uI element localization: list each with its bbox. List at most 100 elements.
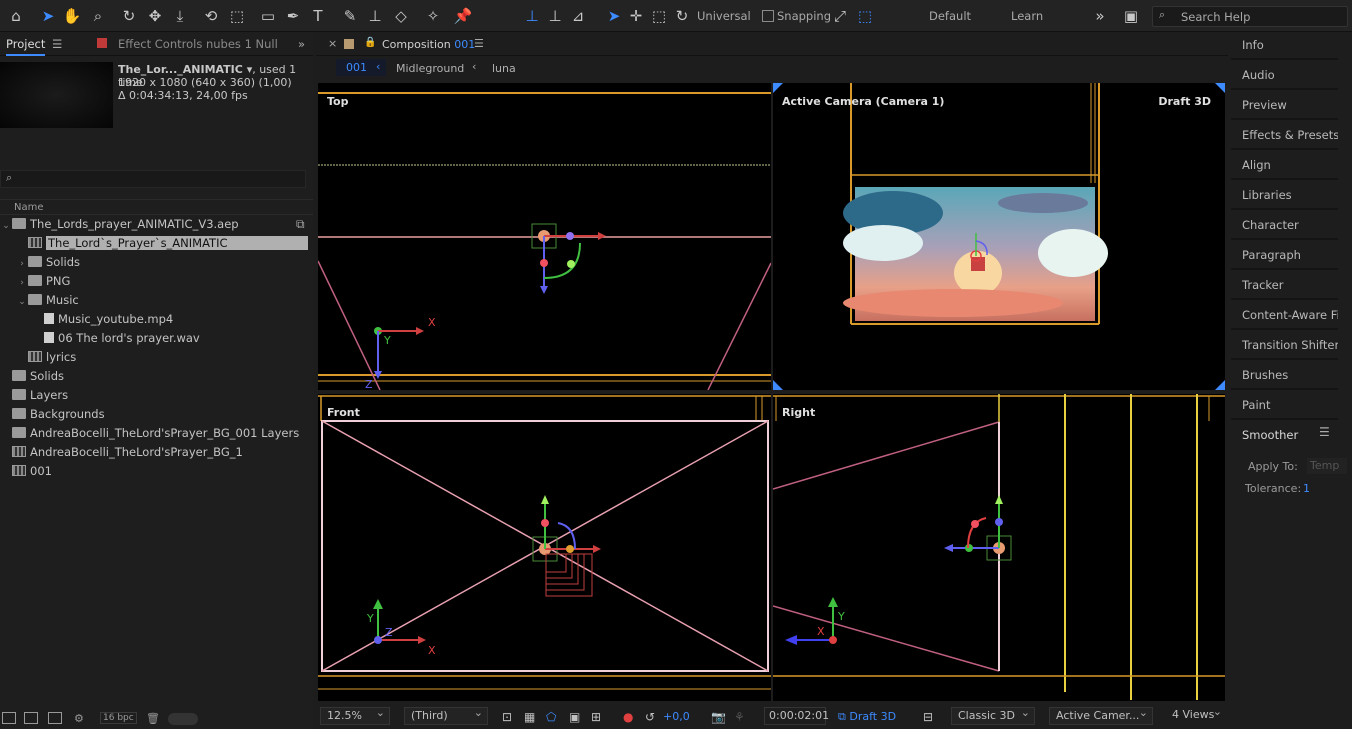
search-help-field[interactable]: ⌕ Search Help xyxy=(1152,6,1348,27)
pan-camera-icon[interactable]: ✥ xyxy=(145,6,165,26)
color-channels-icon[interactable]: ● xyxy=(623,710,633,724)
orbit-camera-icon[interactable]: ↻ xyxy=(119,6,139,26)
snap-options-icon[interactable]: ⤢ xyxy=(830,6,850,26)
scale-gizmo-icon[interactable]: ⬚ xyxy=(649,6,669,26)
pen-tool-icon[interactable]: ✒ xyxy=(283,6,303,26)
apply-to-dropdown[interactable]: Temp xyxy=(1307,458,1347,474)
tolerance-value[interactable]: 1 xyxy=(1303,482,1310,495)
move-3d-icon[interactable]: ➤ xyxy=(604,6,624,26)
project-item-row[interactable]: ⌄ The_Lords_prayer_ANIMATIC_V3.aep xyxy=(0,215,313,234)
bit-depth-button[interactable]: 16 bpc xyxy=(100,712,137,724)
dolly-camera-icon[interactable]: ⤓ xyxy=(170,6,190,26)
project-item-row[interactable]: › PNG xyxy=(0,272,313,291)
exposure-value[interactable]: +0,0 xyxy=(663,710,690,723)
roto-brush-icon[interactable]: ✧ xyxy=(423,6,443,26)
project-item-row[interactable]: AndreaBocelli_TheLord'sPrayer_BG_001 Lay… xyxy=(0,424,313,443)
more-workspaces-icon[interactable]: » xyxy=(1090,6,1110,26)
thumbnail-slider[interactable] xyxy=(168,713,198,725)
view-axis-icon[interactable]: ⊿ xyxy=(568,6,588,26)
project-item-row[interactable]: AndreaBocelli_TheLord'sPrayer_BG_1 xyxy=(0,443,313,462)
panel-item-preview[interactable]: Preview xyxy=(1231,92,1338,120)
panel-menu-icon[interactable]: ☰ xyxy=(1319,425,1330,439)
puppet-pin-icon[interactable]: 📌 xyxy=(453,6,473,26)
local-axis-icon[interactable]: ⊥ xyxy=(522,6,542,26)
project-item-row[interactable]: The_Lord`s_Prayer`s_ANIMATIC xyxy=(0,234,313,253)
expand-panel-icon[interactable]: » xyxy=(298,37,305,51)
project-search-input[interactable]: ⌕ xyxy=(0,170,306,188)
lock-icon[interactable]: 🔒 xyxy=(364,37,376,48)
viewport-active-camera[interactable]: Active Camera (Camera 1) Draft 3D xyxy=(773,83,1225,390)
move-gizmo-icon[interactable]: ✛ xyxy=(626,6,646,26)
panel-item-content-aware-fil[interactable]: Content-Aware Fil xyxy=(1231,302,1338,330)
trash-icon[interactable]: 🗑 xyxy=(146,712,160,725)
monitor-icon[interactable]: ▣ xyxy=(1121,6,1141,26)
tab-effect-controls[interactable]: Effect Controls nubes 1 Null xyxy=(118,37,278,51)
tab-project[interactable]: Project xyxy=(6,37,46,56)
panel-item-info[interactable]: Info xyxy=(1231,32,1338,60)
world-axis-icon[interactable]: ⊥ xyxy=(545,6,565,26)
snapping-checkbox[interactable] xyxy=(762,10,774,22)
breadcrumb-midleground[interactable]: Midleground xyxy=(396,62,464,75)
pan-behind-icon[interactable]: ⬚ xyxy=(227,6,247,26)
resolution-dropdown[interactable]: (Third) xyxy=(404,705,488,725)
mask-path-icon[interactable]: ⬠ xyxy=(546,710,556,724)
guides-icon[interactable]: ⊞ xyxy=(591,710,601,724)
reset-exposure-icon[interactable]: ↺ xyxy=(645,710,655,724)
breadcrumb-luna[interactable]: luna xyxy=(492,62,516,75)
type-tool-icon[interactable]: T xyxy=(308,6,328,26)
project-item-row[interactable]: ⌄ Music xyxy=(0,291,313,310)
selection-tool-icon[interactable]: ➤ xyxy=(38,6,58,26)
show-snapshot-icon[interactable]: ⚘ xyxy=(734,710,745,724)
camera-view-dropdown[interactable]: Active Camer... xyxy=(1049,705,1153,725)
panel-item-paragraph[interactable]: Paragraph xyxy=(1231,242,1338,270)
timecode-field[interactable]: 0:00:02:01 xyxy=(764,707,829,725)
column-header-name[interactable]: Name xyxy=(0,199,313,215)
panel-item-brushes[interactable]: Brushes xyxy=(1231,362,1338,390)
project-item-row[interactable]: 001 xyxy=(0,462,313,481)
clone-stamp-icon[interactable]: ⊥ xyxy=(365,6,385,26)
project-item-row[interactable]: Backgrounds xyxy=(0,405,313,424)
panel-menu-icon[interactable]: ☰ xyxy=(474,37,484,50)
project-item-row[interactable]: Layers xyxy=(0,386,313,405)
fast-preview-icon[interactable]: ⊡ xyxy=(502,710,512,724)
viewport-front[interactable]: Front Y X Z xyxy=(318,394,771,701)
panel-menu-icon[interactable]: ☰ xyxy=(52,37,62,51)
view-layout-dropdown[interactable]: 4 Views xyxy=(1166,704,1226,725)
rotate-gizmo-icon[interactable]: ↻ xyxy=(672,6,692,26)
panel-item-align[interactable]: Align xyxy=(1231,152,1338,180)
snapshot-camera-icon[interactable]: 📷 xyxy=(711,710,726,724)
project-item-row[interactable]: › Solids xyxy=(0,253,313,272)
brush-tool-icon[interactable]: ✎ xyxy=(340,6,360,26)
zoom-dropdown[interactable]: 12.5% xyxy=(320,705,390,725)
panel-item-transition-shifter[interactable]: Transition Shifter xyxy=(1231,332,1338,360)
viewport-right[interactable]: Right Y X xyxy=(773,394,1225,701)
project-item-row[interactable]: 06 The lord's prayer.wav xyxy=(0,329,313,348)
zoom-tool-icon[interactable]: ⌕ xyxy=(88,6,108,26)
panel-item-tracker[interactable]: Tracker xyxy=(1231,272,1338,300)
new-composition-icon[interactable] xyxy=(48,712,62,724)
project-item-row[interactable]: Music_youtube.mp4 xyxy=(0,310,313,329)
panel-item-paint[interactable]: Paint xyxy=(1231,392,1338,420)
rectangle-tool-icon[interactable]: ▭ xyxy=(258,6,278,26)
panel-item-effects-presets[interactable]: Effects & Presets xyxy=(1231,122,1338,150)
panel-item-audio[interactable]: Audio xyxy=(1231,62,1338,90)
interpret-footage-icon[interactable] xyxy=(2,712,16,724)
rotate-tool-icon[interactable]: ⟲ xyxy=(201,6,221,26)
draft-3d-toggle[interactable]: ⧉ Draft 3D xyxy=(838,710,896,724)
axis-mode-label[interactable]: Universal xyxy=(697,9,751,23)
eraser-tool-icon[interactable]: ◇ xyxy=(391,6,411,26)
close-icon[interactable]: × xyxy=(328,37,337,50)
transparency-grid-icon[interactable]: ▦ xyxy=(524,710,535,724)
panel-item-character[interactable]: Character xyxy=(1231,212,1338,240)
viewport-top[interactable]: Top X Y Z xyxy=(318,83,771,390)
project-item-row[interactable]: Solids xyxy=(0,367,313,386)
project-item-row[interactable]: lyrics xyxy=(0,348,313,367)
home-icon[interactable]: ⌂ xyxy=(6,6,26,26)
3d-ground-plane-icon[interactable]: ⊟ xyxy=(923,710,933,724)
snap-target-icon[interactable]: ⬚ xyxy=(855,6,875,26)
panel-item-libraries[interactable]: Libraries xyxy=(1231,182,1338,210)
new-folder-icon[interactable] xyxy=(24,712,38,724)
project-settings-icon[interactable]: ⚙ xyxy=(74,712,88,725)
composition-tab-label[interactable]: Composition 001 xyxy=(382,38,475,51)
region-of-interest-icon[interactable]: ▣ xyxy=(569,710,580,724)
